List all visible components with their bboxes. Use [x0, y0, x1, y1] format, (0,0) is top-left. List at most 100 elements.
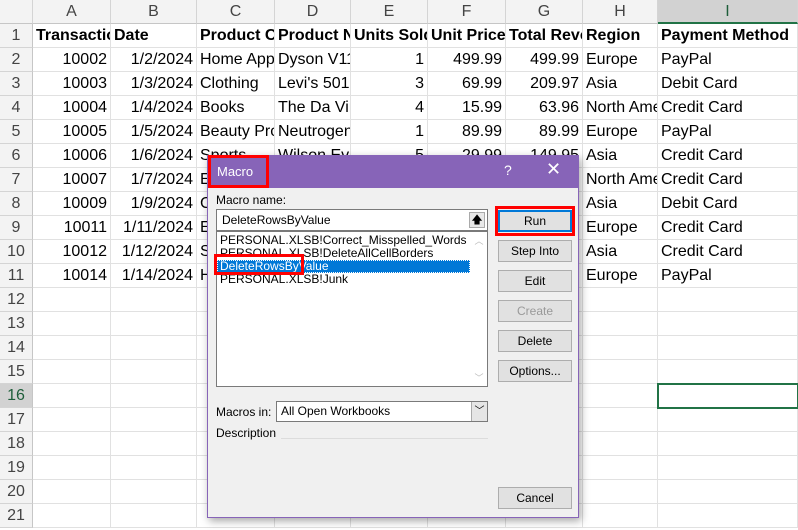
table-cell[interactable]	[583, 480, 658, 504]
list-scrollbar[interactable]: ︿ ﹀	[471, 232, 487, 386]
table-cell[interactable]: 1/12/2024	[111, 240, 197, 264]
column-header-H[interactable]: H	[583, 0, 658, 24]
options-button[interactable]: Options...	[498, 360, 572, 382]
table-cell[interactable]	[33, 336, 111, 360]
table-cell[interactable]: 10004	[33, 96, 111, 120]
column-header-cell[interactable]: Units Sold	[351, 24, 428, 48]
row-header-5[interactable]: 5	[0, 120, 33, 144]
table-cell[interactable]: 10014	[33, 264, 111, 288]
table-cell[interactable]	[658, 360, 798, 384]
table-cell[interactable]: 3	[351, 72, 428, 96]
row-header-15[interactable]: 15	[0, 360, 33, 384]
table-cell[interactable]: 1/4/2024	[111, 96, 197, 120]
table-cell[interactable]: Europe	[583, 216, 658, 240]
row-header-12[interactable]: 12	[0, 288, 33, 312]
table-cell[interactable]: Europe	[583, 48, 658, 72]
macro-name-input[interactable]: DeleteRowsByValue 🡅	[216, 209, 488, 231]
row-header-10[interactable]: 10	[0, 240, 33, 264]
table-cell[interactable]	[33, 504, 111, 528]
table-cell[interactable]: 15.99	[428, 96, 506, 120]
row-header-13[interactable]: 13	[0, 312, 33, 336]
column-header-F[interactable]: F	[428, 0, 506, 24]
table-cell[interactable]: Beauty Products	[197, 120, 275, 144]
table-cell[interactable]: 1	[351, 48, 428, 72]
row-header-18[interactable]: 18	[0, 432, 33, 456]
delete-button[interactable]: Delete	[498, 330, 572, 352]
table-cell[interactable]: Debit Card	[658, 192, 798, 216]
row-header-1[interactable]: 1	[0, 24, 33, 48]
column-header-B[interactable]: B	[111, 0, 197, 24]
column-header-cell[interactable]: Product Name	[275, 24, 351, 48]
row-header-6[interactable]: 6	[0, 144, 33, 168]
table-cell[interactable]: North America	[583, 96, 658, 120]
table-cell[interactable]	[583, 360, 658, 384]
row-header-7[interactable]: 7	[0, 168, 33, 192]
table-cell[interactable]: 1/11/2024	[111, 216, 197, 240]
row-header-21[interactable]: 21	[0, 504, 33, 528]
table-cell[interactable]	[33, 432, 111, 456]
column-header-cell[interactable]: Payment Method	[658, 24, 798, 48]
row-header-16[interactable]: 16	[0, 384, 33, 408]
table-cell[interactable]: PayPal	[658, 264, 798, 288]
column-header-C[interactable]: C	[197, 0, 275, 24]
table-cell[interactable]: Asia	[583, 144, 658, 168]
table-cell[interactable]: Credit Card	[658, 168, 798, 192]
table-cell[interactable]: Credit Card	[658, 144, 798, 168]
table-cell[interactable]	[111, 456, 197, 480]
row-header-2[interactable]: 2	[0, 48, 33, 72]
table-cell[interactable]	[658, 336, 798, 360]
row-header-3[interactable]: 3	[0, 72, 33, 96]
table-cell[interactable]	[583, 408, 658, 432]
table-cell[interactable]: Home Appliances	[197, 48, 275, 72]
create-button[interactable]: Create	[498, 300, 572, 322]
table-cell[interactable]	[658, 456, 798, 480]
table-cell[interactable]: 1/9/2024	[111, 192, 197, 216]
table-cell[interactable]: 499.99	[506, 48, 583, 72]
table-cell[interactable]: 209.97	[506, 72, 583, 96]
table-cell[interactable]	[111, 312, 197, 336]
column-header-cell[interactable]: Region	[583, 24, 658, 48]
table-cell[interactable]	[658, 504, 798, 528]
table-cell[interactable]	[658, 432, 798, 456]
row-header-17[interactable]: 17	[0, 408, 33, 432]
table-cell[interactable]: 10011	[33, 216, 111, 240]
table-cell[interactable]: Credit Card	[658, 216, 798, 240]
table-cell[interactable]: PayPal	[658, 120, 798, 144]
table-cell[interactable]	[658, 480, 798, 504]
column-header-G[interactable]: G	[506, 0, 583, 24]
table-cell[interactable]: Dyson V11	[275, 48, 351, 72]
table-cell[interactable]: 10009	[33, 192, 111, 216]
table-cell[interactable]	[111, 288, 197, 312]
row-header-14[interactable]: 14	[0, 336, 33, 360]
table-cell[interactable]: Neutrogena	[275, 120, 351, 144]
table-cell[interactable]: 1/7/2024	[111, 168, 197, 192]
table-cell[interactable]	[658, 288, 798, 312]
column-header-cell[interactable]: Date	[111, 24, 197, 48]
table-cell[interactable]	[33, 312, 111, 336]
table-cell[interactable]	[111, 408, 197, 432]
table-cell[interactable]	[111, 384, 197, 408]
table-cell[interactable]	[111, 504, 197, 528]
table-cell[interactable]: Asia	[583, 72, 658, 96]
table-cell[interactable]: North America	[583, 168, 658, 192]
table-cell[interactable]: 1/14/2024	[111, 264, 197, 288]
column-header-cell[interactable]: Transaction ID	[33, 24, 111, 48]
table-cell[interactable]	[33, 480, 111, 504]
macros-in-select[interactable]: All Open Workbooks ﹀	[276, 401, 488, 422]
table-cell[interactable]: 10005	[33, 120, 111, 144]
row-header-20[interactable]: 20	[0, 480, 33, 504]
table-cell[interactable]: 63.96	[506, 96, 583, 120]
table-cell[interactable]	[33, 360, 111, 384]
table-cell[interactable]	[583, 504, 658, 528]
table-cell[interactable]	[111, 360, 197, 384]
table-cell[interactable]: Credit Card	[658, 240, 798, 264]
table-cell[interactable]: Debit Card	[658, 72, 798, 96]
table-cell[interactable]: 1/5/2024	[111, 120, 197, 144]
table-cell[interactable]	[111, 432, 197, 456]
table-cell[interactable]: 10007	[33, 168, 111, 192]
column-header-I[interactable]: I	[658, 0, 798, 24]
macro-list-item[interactable]: PERSONAL.XLSB!Correct_Misspelled_Words	[217, 234, 470, 247]
row-header-11[interactable]: 11	[0, 264, 33, 288]
table-cell[interactable]: Asia	[583, 192, 658, 216]
table-cell[interactable]: Clothing	[197, 72, 275, 96]
